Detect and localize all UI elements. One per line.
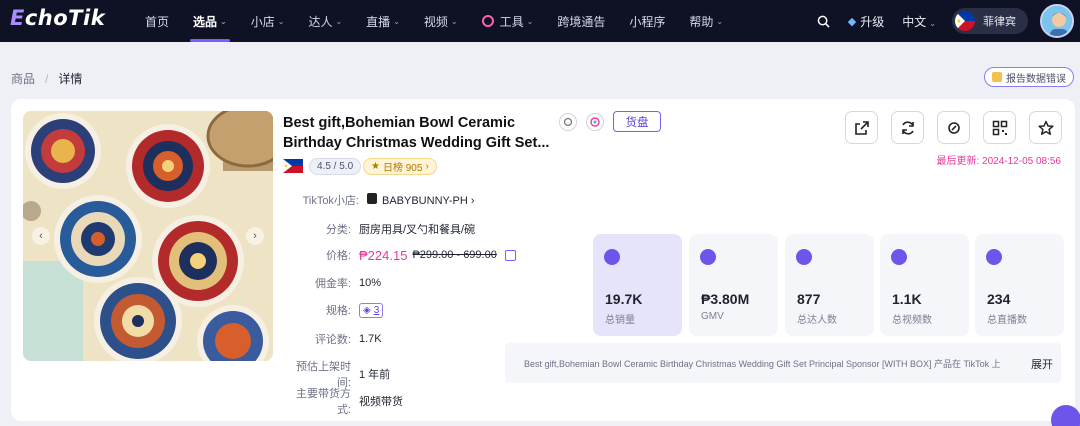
upgrade-button[interactable]: ◆ 升级: [848, 13, 884, 30]
last-updated: 最后更新: 2024-12-05 08:56: [936, 156, 1061, 167]
chevron-down-icon: ⌄: [335, 16, 343, 26]
channel-value: 视频带货: [359, 396, 403, 408]
live-icon: [986, 249, 1002, 265]
nav-item-home[interactable]: 首页: [133, 0, 181, 42]
price-row: 价格: ₱224.15 ₱299.00 - 699.00: [283, 247, 516, 263]
shop-row: TikTok小店: BABYBUNNY-PH ›: [302, 193, 475, 207]
search-icon[interactable]: [817, 15, 830, 28]
current-price: ₱224.15: [359, 247, 408, 263]
user-avatar[interactable]: [1040, 4, 1074, 38]
reviews-value: 1.7K: [359, 333, 382, 345]
tiktok-icon[interactable]: [586, 113, 604, 131]
nav-item-shop[interactable]: 小店 ⌄: [239, 0, 297, 42]
stat-total-sales: 19.7K 总销量: [593, 234, 682, 336]
nav-item-help[interactable]: 帮助 ⌄: [677, 0, 735, 42]
breadcrumb-parent[interactable]: 商品: [11, 70, 35, 87]
report-data-error-button[interactable]: 报告数据错误: [984, 67, 1074, 87]
product-title: Best gift,Bohemian Bowl Ceramic Birthday…: [283, 115, 550, 151]
product-description: Best gift,Bohemian Bowl Ceramic Birthday…: [505, 343, 1061, 383]
commission-value: 10%: [359, 277, 382, 289]
nav-item-mini-program[interactable]: 小程序: [617, 0, 677, 42]
stat-total-videos: 1.1K 总视频数: [880, 234, 969, 336]
shop-bag-icon: [367, 193, 377, 204]
breadcrumb: 商品 / 详情: [11, 70, 82, 87]
share-button[interactable]: [845, 111, 878, 144]
nav-item-tools[interactable]: 工具 ⌄: [470, 0, 546, 42]
commission-row: 佣金率: 10%: [314, 277, 382, 290]
nav-item-live[interactable]: 直播 ⌄: [354, 0, 412, 42]
breadcrumb-separator: /: [45, 71, 49, 86]
wallet-icon: [700, 249, 716, 265]
star-icon: [1037, 120, 1054, 135]
channel-row: 主要带货方式: 视频带货: [296, 388, 403, 416]
nav-item-cross-border[interactable]: 跨境通告: [545, 0, 617, 42]
category-row: 分类: 厨房用具/叉勺和餐具/碗: [283, 221, 475, 237]
image-next-icon[interactable]: ›: [246, 227, 264, 245]
nav-item-video[interactable]: 视频 ⌄: [412, 0, 470, 42]
expand-button[interactable]: 展开: [1027, 356, 1053, 372]
image-prev-icon[interactable]: ‹: [32, 227, 50, 245]
chevron-down-icon: ⌄: [526, 16, 534, 26]
tiktok-shop-icon[interactable]: [559, 113, 577, 131]
listed-value: 1 年前: [359, 369, 391, 381]
tools-icon: [481, 15, 494, 27]
main-nav: 首页 选品 ⌄ 小店 ⌄ 达人 ⌄ 直播 ⌄ 视频 ⌄ 工具 ⌄ 跨境通告 小程序 帮助 ⌄: [133, 0, 735, 42]
nav-item-product-selection[interactable]: 选品 ⌄: [181, 0, 239, 42]
favorite-button[interactable]: [1029, 111, 1062, 144]
spec-chip[interactable]: ◈ 3: [359, 302, 384, 318]
category-value: 厨房用具/叉勺和餐具/碗: [359, 224, 476, 236]
refresh-button[interactable]: [891, 111, 924, 144]
chevron-down-icon: ⌄: [220, 16, 227, 26]
shop-link[interactable]: BABYBUNNY-PH ›: [367, 193, 475, 207]
creator-icon: [796, 249, 812, 265]
tag-icon: ◈: [363, 304, 371, 316]
share-icon: [854, 120, 869, 135]
diamond-icon: ◆: [847, 15, 857, 28]
chevron-down-icon: ⌄: [277, 16, 285, 26]
rating-badge: 4.5 / 5.0: [309, 158, 362, 175]
refresh-icon: [901, 120, 914, 135]
qr-code-icon: [992, 120, 1007, 135]
chevron-down-icon: ⌄: [716, 16, 724, 26]
chevron-down-icon: ⌄: [393, 16, 400, 26]
original-price: ₱299.00 - 699.00: [412, 249, 497, 261]
language-select[interactable]: 中文 ⌄: [902, 13, 936, 30]
nav-item-creators[interactable]: 达人 ⌄: [296, 0, 354, 42]
stat-total-creators: 877 总达人数: [785, 234, 874, 336]
link-button[interactable]: [937, 111, 970, 144]
floating-help-icon[interactable]: [1051, 405, 1080, 426]
philippines-flag-icon: [283, 159, 303, 173]
product-image[interactable]: ‹ ›: [23, 111, 273, 361]
huopan-button[interactable]: 货盘: [613, 111, 661, 132]
trophy-icon: ★: [371, 161, 380, 172]
stat-gmv: ₱3.80M GMV: [689, 234, 778, 336]
report-icon: [992, 72, 1002, 82]
chevron-right-icon: ›: [425, 161, 429, 172]
reviews-row: 评论数: 1.7K: [314, 333, 382, 346]
stat-total-lives: 234 总直播数: [975, 234, 1064, 336]
breadcrumb-current: 详情: [58, 72, 83, 86]
chevron-down-icon: ⌄: [450, 16, 458, 26]
spec-row: 规格: ◈ 3: [283, 302, 384, 318]
philippines-flag-icon: [955, 11, 975, 31]
country-select[interactable]: 菲律宾: [952, 8, 1028, 34]
price-history-icon[interactable]: [504, 249, 516, 261]
link-icon: [947, 121, 960, 134]
video-icon: [891, 249, 907, 265]
daily-rank-badge[interactable]: ★ 日榜 905 ›: [363, 158, 437, 175]
qr-code-button[interactable]: [983, 111, 1016, 144]
chevron-down-icon: ⌄: [929, 18, 936, 28]
nav-right: ◆ 升级 中文 ⌄ 菲律宾: [817, 0, 1080, 42]
top-nav: EchoTik 首页 选品 ⌄ 小店 ⌄ 达人 ⌄ 直播 ⌄ 视频 ⌄ 工具 ⌄ 跨境通告 …: [0, 0, 1080, 42]
thumbs-up-icon: [604, 249, 620, 265]
echotik-logo[interactable]: EchoTik: [10, 6, 105, 30]
product-card: ‹ › Best gift,Bohemian Bowl Ceramic Birt…: [11, 99, 1080, 426]
